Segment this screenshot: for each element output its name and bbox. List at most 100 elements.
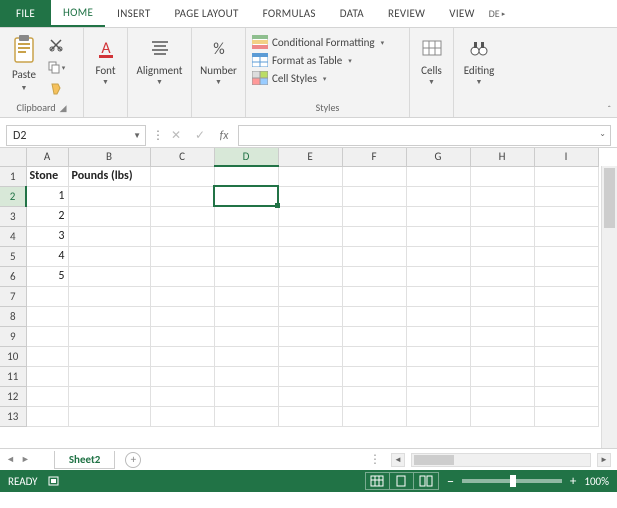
cell-B2[interactable] (68, 186, 150, 206)
cell-F10[interactable] (342, 346, 406, 366)
cell-F3[interactable] (342, 206, 406, 226)
cell-B10[interactable] (68, 346, 150, 366)
cell-G6[interactable] (406, 266, 470, 286)
col-header-H[interactable]: H (470, 148, 534, 166)
cell-C13[interactable] (150, 406, 214, 426)
cell-B9[interactable] (68, 326, 150, 346)
conditional-formatting-button[interactable]: Conditional Formatting▾ (250, 34, 386, 50)
cell-D1[interactable] (214, 166, 278, 186)
zoom-out-button[interactable]: − (447, 473, 454, 490)
macro-record-icon[interactable] (48, 474, 62, 488)
cell-F5[interactable] (342, 246, 406, 266)
cell-A3[interactable]: 2 (26, 206, 68, 226)
sheet-nav-prev-icon[interactable]: ◄ (6, 454, 15, 465)
cell-E8[interactable] (278, 306, 342, 326)
format-painter-button[interactable] (46, 80, 66, 98)
cell-F8[interactable] (342, 306, 406, 326)
cell-C1[interactable] (150, 166, 214, 186)
scroll-right-icon[interactable]: ► (597, 453, 611, 467)
cell-F2[interactable] (342, 186, 406, 206)
row-header-2[interactable]: 2 (0, 186, 26, 206)
sheet-nav-next-icon[interactable]: ► (21, 454, 30, 465)
cell-H10[interactable] (470, 346, 534, 366)
cell-C11[interactable] (150, 366, 214, 386)
row-header-12[interactable]: 12 (0, 386, 26, 406)
cell-H5[interactable] (470, 246, 534, 266)
cell-E6[interactable] (278, 266, 342, 286)
cell-H9[interactable] (470, 326, 534, 346)
cell-C8[interactable] (150, 306, 214, 326)
chevron-down-icon[interactable]: ▼ (133, 131, 141, 141)
cell-G13[interactable] (406, 406, 470, 426)
format-as-table-button[interactable]: Format as Table▾ (250, 52, 354, 68)
clipboard-launcher-icon[interactable]: ◢ (60, 103, 67, 114)
row-header-5[interactable]: 5 (0, 246, 26, 266)
cell-D13[interactable] (214, 406, 278, 426)
cell-styles-button[interactable]: Cell Styles▾ (250, 70, 328, 86)
cell-A6[interactable]: 5 (26, 266, 68, 286)
cell-E11[interactable] (278, 366, 342, 386)
cell-I12[interactable] (534, 386, 598, 406)
fx-icon[interactable]: fx (212, 124, 236, 147)
cell-D3[interactable] (214, 206, 278, 226)
col-header-C[interactable]: C (150, 148, 214, 166)
cell-A12[interactable] (26, 386, 68, 406)
horizontal-scrollbar[interactable] (411, 453, 591, 467)
cell-A13[interactable] (26, 406, 68, 426)
cell-D2[interactable] (214, 186, 278, 206)
cell-C4[interactable] (150, 226, 214, 246)
cell-E2[interactable] (278, 186, 342, 206)
cell-G8[interactable] (406, 306, 470, 326)
zoom-level[interactable]: 100% (584, 475, 609, 488)
cell-I8[interactable] (534, 306, 598, 326)
tab-insert[interactable]: INSERT (105, 0, 162, 27)
cell-H12[interactable] (470, 386, 534, 406)
col-header-E[interactable]: E (278, 148, 342, 166)
cell-F13[interactable] (342, 406, 406, 426)
row-header-9[interactable]: 9 (0, 326, 26, 346)
row-header-13[interactable]: 13 (0, 406, 26, 426)
cell-H3[interactable] (470, 206, 534, 226)
cell-I4[interactable] (534, 226, 598, 246)
cell-E3[interactable] (278, 206, 342, 226)
row-header-1[interactable]: 1 (0, 166, 26, 186)
view-page-layout-button[interactable] (390, 473, 414, 489)
cell-E4[interactable] (278, 226, 342, 246)
cell-B8[interactable] (68, 306, 150, 326)
cell-D11[interactable] (214, 366, 278, 386)
cell-G11[interactable] (406, 366, 470, 386)
cell-D10[interactable] (214, 346, 278, 366)
cell-I5[interactable] (534, 246, 598, 266)
cell-D5[interactable] (214, 246, 278, 266)
number-button[interactable]: % Number ▼ (194, 34, 243, 86)
col-header-D[interactable]: D (214, 148, 278, 166)
vertical-scrollbar[interactable] (601, 166, 617, 448)
cell-B1[interactable]: Pounds (lbs) (68, 166, 150, 186)
cell-G12[interactable] (406, 386, 470, 406)
add-sheet-button[interactable]: + (125, 452, 141, 468)
cell-I9[interactable] (534, 326, 598, 346)
cell-G2[interactable] (406, 186, 470, 206)
cell-D8[interactable] (214, 306, 278, 326)
cell-A9[interactable] (26, 326, 68, 346)
cell-C2[interactable] (150, 186, 214, 206)
cells-button[interactable]: Cells ▼ (414, 34, 450, 86)
cell-F9[interactable] (342, 326, 406, 346)
cell-E5[interactable] (278, 246, 342, 266)
font-button[interactable]: A Font ▼ (88, 34, 124, 86)
cell-B11[interactable] (68, 366, 150, 386)
cell-G1[interactable] (406, 166, 470, 186)
tab-data[interactable]: DATA (328, 0, 376, 27)
cell-C6[interactable] (150, 266, 214, 286)
copy-button[interactable]: ▾ (46, 58, 66, 76)
tab-file[interactable]: FILE (0, 0, 51, 27)
tab-formulas[interactable]: FORMULAS (251, 0, 328, 27)
paste-button[interactable]: Paste ▼ (4, 34, 44, 92)
cell-F11[interactable] (342, 366, 406, 386)
row-header-3[interactable]: 3 (0, 206, 26, 226)
editing-button[interactable]: Editing ▼ (458, 34, 501, 86)
cell-G10[interactable] (406, 346, 470, 366)
cell-C9[interactable] (150, 326, 214, 346)
cell-A2[interactable]: 1 (26, 186, 68, 206)
cell-A7[interactable] (26, 286, 68, 306)
